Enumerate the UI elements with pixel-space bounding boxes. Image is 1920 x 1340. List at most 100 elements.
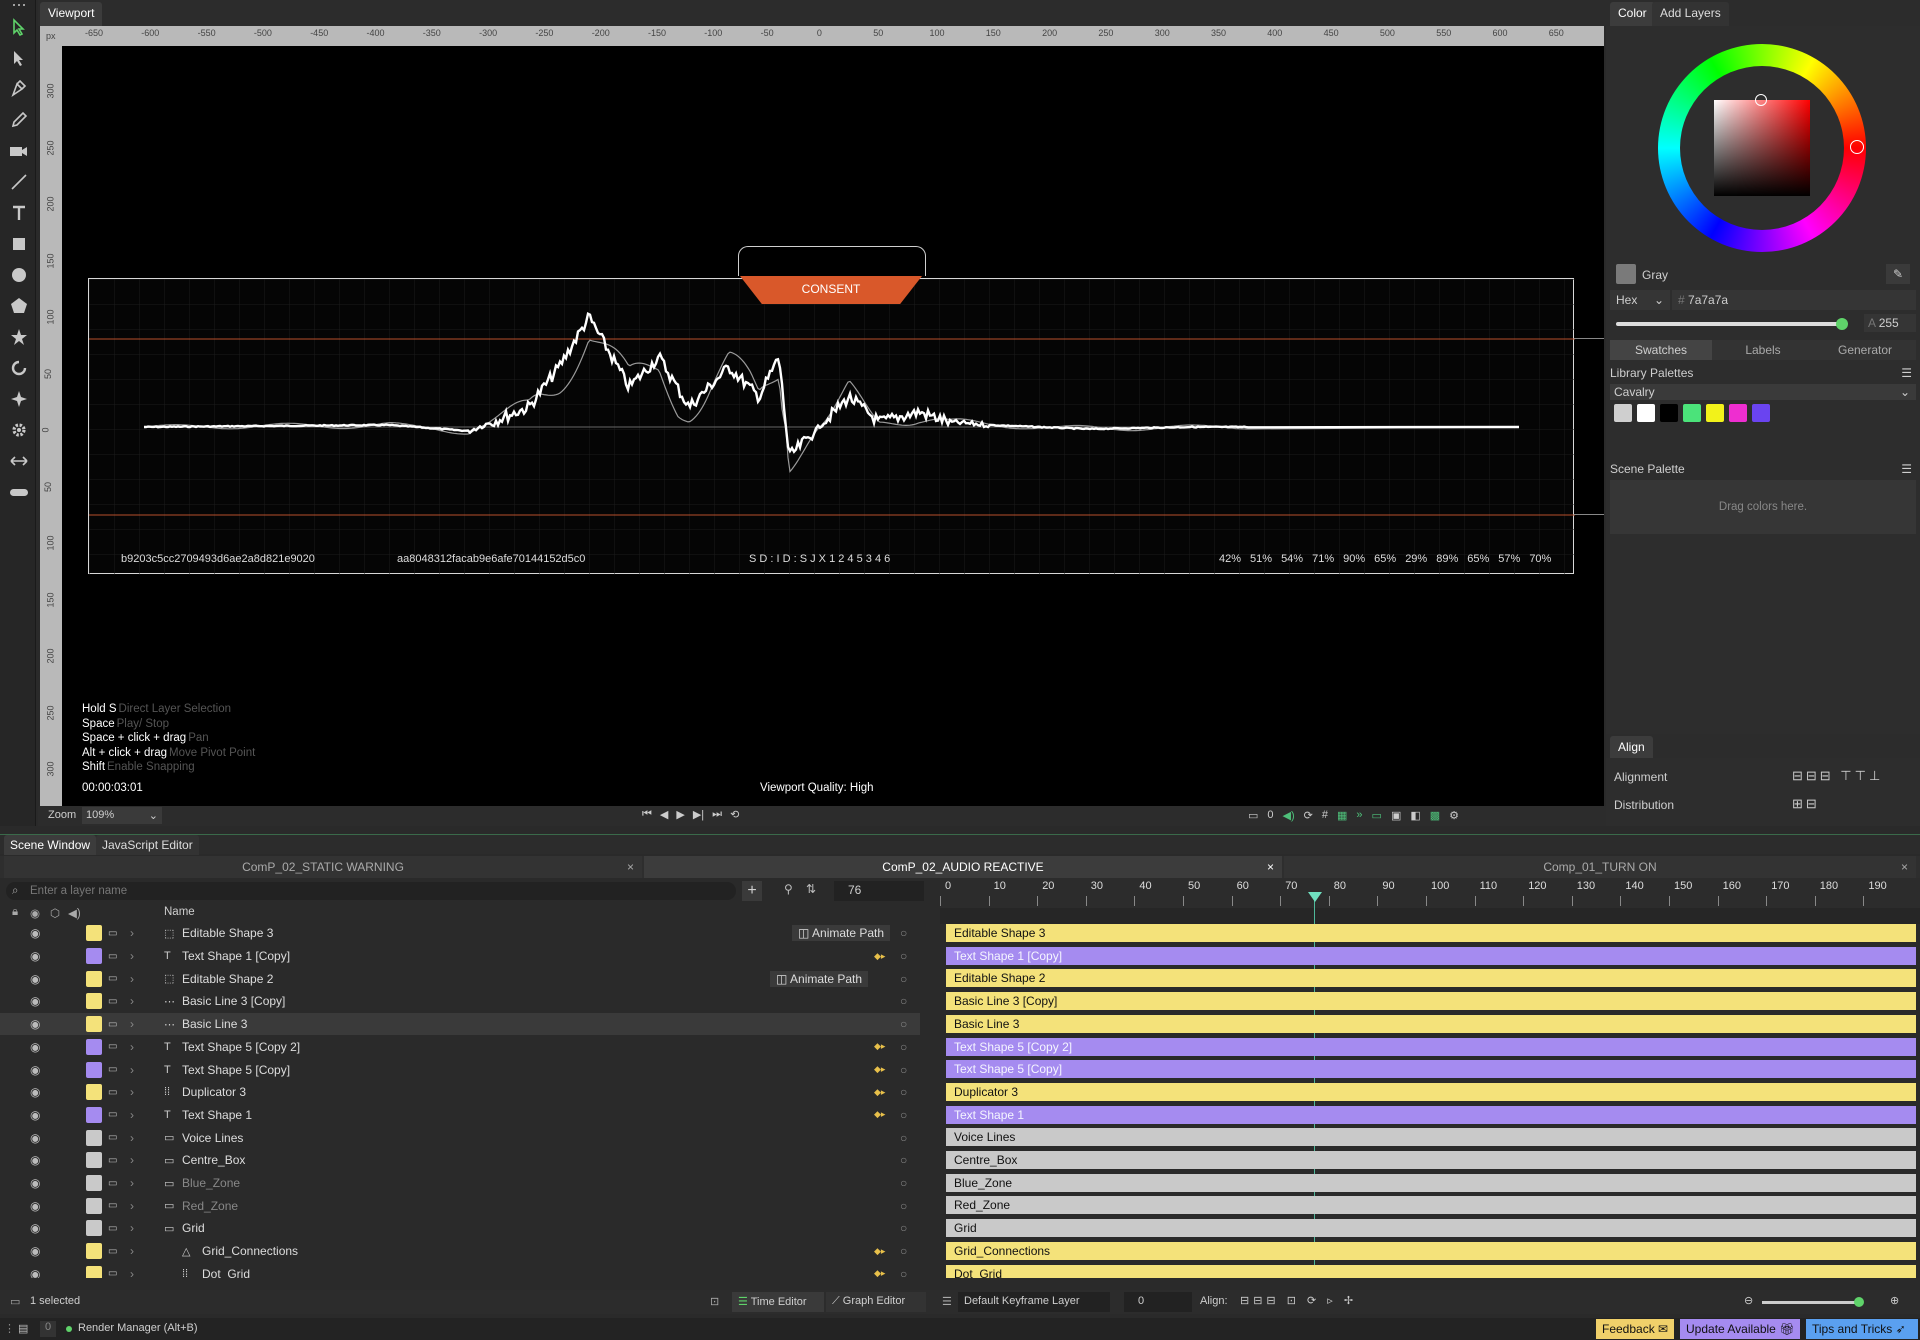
hue-picker-handle[interactable] [1850,140,1864,154]
solo-icon[interactable]: ○ [900,1153,907,1167]
chevron-right-icon[interactable]: › [130,1153,134,1167]
horizontal-ruler[interactable]: -650 -600 -550 -500 -450 -400 -350 -300 -250 -200… [62,26,1604,46]
comp-tab-audio-reactive[interactable]: ComP_02_AUDIO REACTIVE × [644,856,1282,878]
visibility-icon[interactable]: ◉ [30,1176,40,1190]
settings-icon[interactable]: ⚙ [1449,809,1459,822]
chevron-right-icon[interactable]: › [130,1221,134,1235]
tab-generator[interactable]: Generator [1814,340,1916,360]
layer-row[interactable]: ◉ ▭ › T Text Shape 1 [Copy] ◆▸ ○ [0,945,920,968]
visibility-icon[interactable]: ◉ [30,926,40,940]
polygon-tool-icon[interactable] [6,293,32,319]
hue-wheel[interactable] [1658,44,1866,252]
chevron-right-icon[interactable]: › [130,1131,134,1145]
text-tool-icon[interactable] [6,200,32,226]
layer-timeline-bar[interactable]: Duplicator 3 [946,1082,1916,1101]
solo-icon[interactable]: ○ [900,1267,907,1278]
layer-name[interactable]: Voice Lines [182,1131,243,1145]
animate-path-button[interactable]: ◫ Animate Path [792,925,891,942]
layer-timeline-bar[interactable]: Red_Zone [946,1196,1916,1215]
chevron-right-icon[interactable]: › [130,1085,134,1099]
keyframe-align-buttons[interactable]: ⊟⊟⊟ ⊡ ⟳ ▹ ✢ [1240,1294,1357,1307]
3d-column-icon[interactable]: ⬡ [50,906,60,920]
layer-row[interactable]: ◉ ▭ › T Text Shape 5 [Copy 2] ◆▸ ○ [0,1036,920,1059]
direct-select-tool-icon[interactable] [6,45,32,71]
skip-end-icon[interactable]: ⏭ [712,808,722,821]
console-icon[interactable]: ▤ [18,1322,28,1335]
visibility-icon[interactable]: ◉ [30,1244,40,1258]
visibility-icon[interactable]: ◉ [30,949,40,963]
timeline-ruler[interactable]: 0 10 20 30 40 50 60 70 80 90 100 110 120 130 140 150 160… [940,878,1920,908]
keyframe-nav-icon[interactable]: ◆▸ [874,1041,885,1052]
close-icon[interactable]: × [627,856,634,878]
zoom-select[interactable]: 109% ⌄ [82,807,162,824]
sort-icon[interactable]: ⇅ [806,882,816,896]
solo-icon[interactable]: ○ [900,972,907,986]
close-icon[interactable]: × [1267,856,1274,878]
layer-row[interactable]: ◉ ▭ › ⬚ Editable Shape 3 ◫ Animate Path ○ [0,922,920,945]
visibility-icon[interactable]: ◉ [30,994,40,1008]
layer-name[interactable]: Text Shape 5 [Copy] [182,1063,290,1077]
onion-skin-icon[interactable]: » [1356,809,1362,822]
chevron-right-icon[interactable]: › [130,1040,134,1054]
keyframe-nav-icon[interactable]: ◆▸ [874,1064,885,1075]
layer-color-label[interactable] [86,970,102,987]
palette-swatch[interactable] [1660,404,1678,422]
solo-icon[interactable]: ○ [900,926,907,940]
layer-row[interactable]: ◉ ▭ › △ Grid_Connections ◆▸ ○ [0,1240,920,1263]
chevron-right-icon[interactable]: › [130,1267,134,1278]
keyframe-nav-icon[interactable]: ◆▸ [874,1087,885,1098]
keyframe-layer-select[interactable]: Default Keyframe Layer [958,1292,1110,1312]
layer-row[interactable]: ◉ ▭ › ⬚ Editable Shape 2 ◫ Animate Path ○ [0,967,920,990]
graph-editor-button[interactable]: ⟋ Graph Editor [826,1292,926,1312]
tab-swatches[interactable]: Swatches [1610,340,1712,360]
layer-name[interactable]: Grid_Connections [202,1244,298,1258]
saturation-value-square[interactable] [1714,100,1810,196]
visibility-icon[interactable]: ◉ [30,1108,40,1122]
close-icon[interactable]: × [1901,856,1908,878]
chevron-right-icon[interactable]: › [130,1017,134,1031]
hex-input[interactable]: # 7a7a7a [1672,290,1916,310]
alpha-slider[interactable] [1616,318,1848,330]
tab-labels[interactable]: Labels [1712,340,1814,360]
layer-timeline-bar[interactable]: Centre_Box [946,1151,1916,1169]
layer-timeline-bar[interactable]: Basic Line 3 [Copy] [946,992,1916,1011]
zoom-in-icon[interactable]: ⊕ [1890,1294,1899,1307]
keyframe-nav-icon[interactable]: ◆▸ [874,1246,885,1257]
visibility-icon[interactable]: ◉ [30,972,40,986]
visibility-icon[interactable]: ◉ [30,1221,40,1235]
palette-swatch[interactable] [1706,404,1724,422]
alignment-buttons[interactable]: ⊟⊟⊟ ⊤⊤⊥ [1792,768,1883,784]
grid-icon[interactable]: # [1322,809,1328,822]
palette-swatch[interactable] [1752,404,1770,422]
visibility-icon[interactable]: ◉ [30,1199,40,1213]
tab-javascript-editor[interactable]: JavaScript Editor [96,835,199,855]
layer-color-label[interactable] [86,1197,102,1214]
solo-icon[interactable]: ○ [900,1040,907,1054]
playhead-handle[interactable] [1308,892,1322,902]
layer-search-input[interactable]: ⌕ Enter a layer name [6,882,736,900]
palette-swatch[interactable] [1614,404,1632,422]
comp-tab-static-warning[interactable]: ComP_02_STATIC WARNING × [4,856,642,878]
audio-column-icon[interactable]: ◀) [68,906,81,920]
loop-icon[interactable]: ⟲ [730,808,739,821]
tab-color[interactable]: Color [1610,2,1655,26]
layer-row[interactable]: ◉ ▭ › ⁞⁞ Duplicator 3 ◆▸ ○ [0,1081,920,1104]
step-back-icon[interactable]: ◀ [660,808,668,821]
layer-timeline-bar[interactable]: Grid_Connections [946,1241,1916,1260]
solo-icon[interactable]: ○ [900,994,907,1008]
visibility-icon[interactable]: ◉ [30,1040,40,1054]
layer-row[interactable]: ◉ ▭ › ⋯ Basic Line 3 [Copy] ○ [0,990,920,1013]
layer-name[interactable]: Blue_Zone [182,1176,240,1190]
zoom-slider-handle[interactable] [1854,1297,1864,1307]
chevron-right-icon[interactable]: › [130,1176,134,1190]
layer-color-label[interactable] [86,948,102,965]
settings-tool-icon[interactable] [6,417,32,443]
guides-icon[interactable]: ▦ [1337,809,1347,822]
visibility-icon[interactable]: ◉ [30,1017,40,1031]
layer-color-label[interactable] [86,1084,102,1101]
rectangle-tool-icon[interactable] [6,231,32,257]
star-tool-icon[interactable] [6,324,32,350]
layer-timeline-bar[interactable]: Text Shape 1 [Copy] [946,946,1916,965]
layer-name[interactable]: Basic Line 3 [Copy] [182,994,285,1008]
scene-palette-dropzone[interactable]: Drag colors here. [1610,480,1916,534]
